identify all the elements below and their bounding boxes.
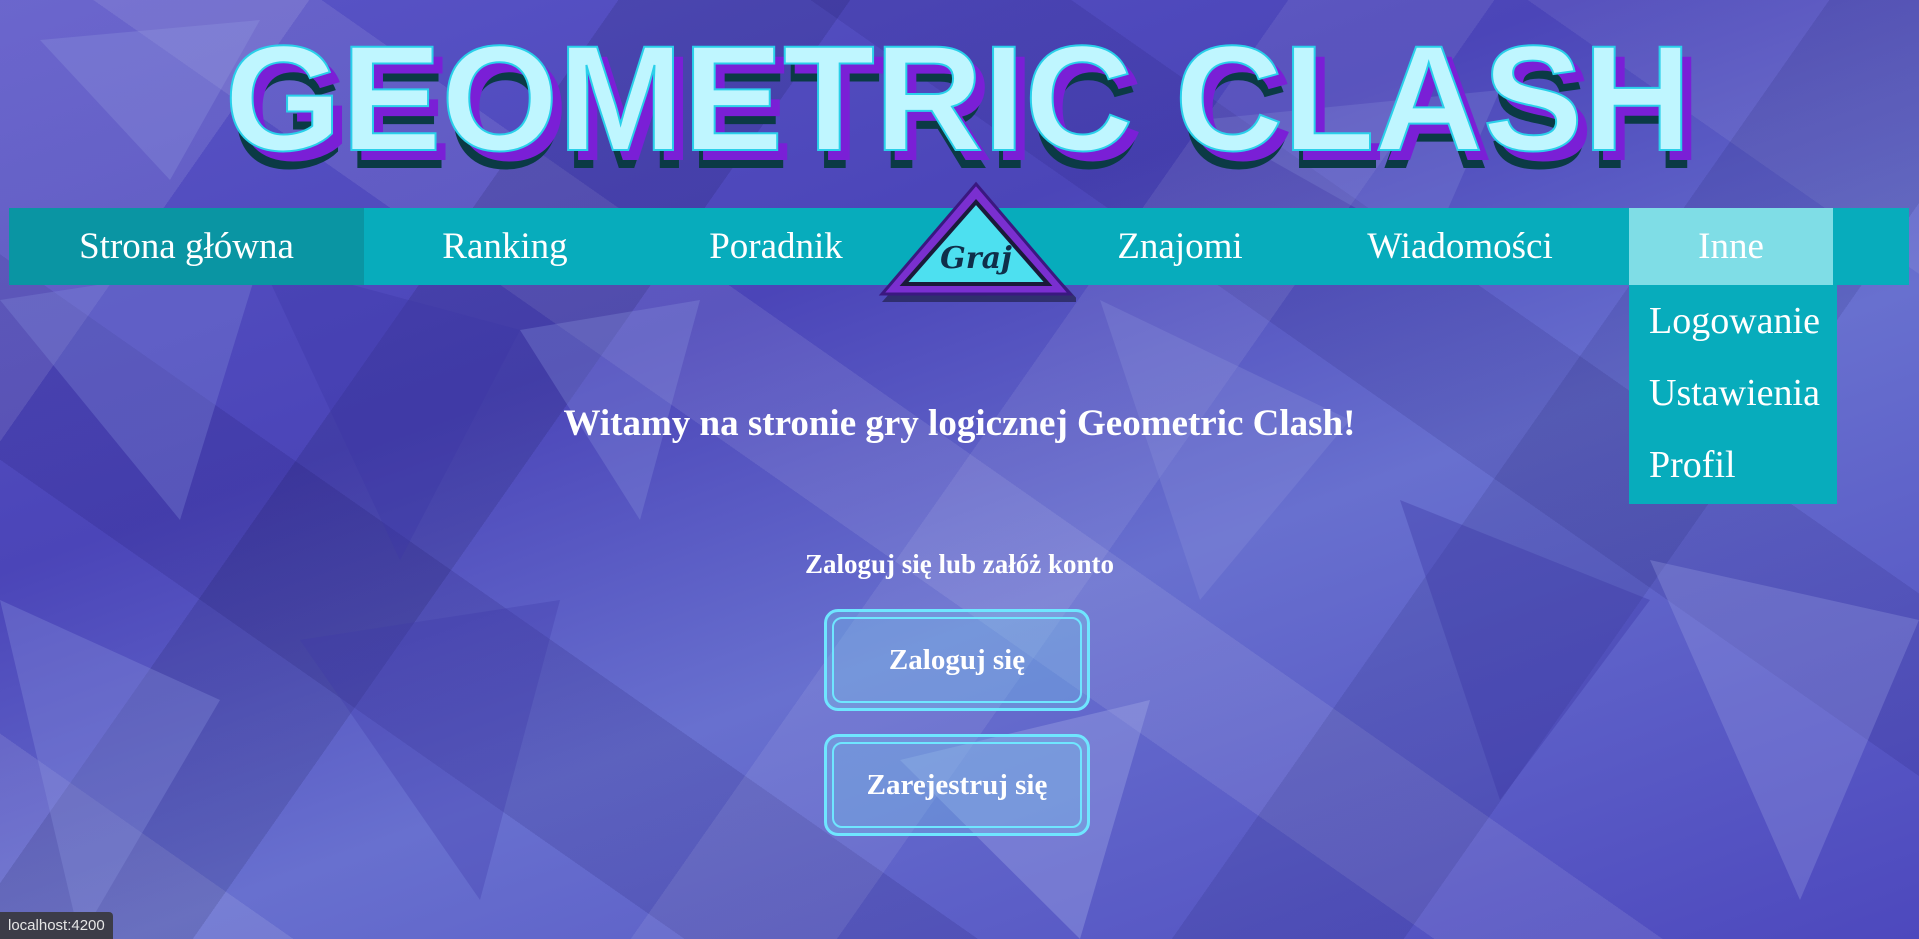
status-bar-url: localhost:4200 — [0, 912, 113, 939]
play-button[interactable]: Graj — [876, 180, 1080, 310]
register-button-label: Zarejestruj się — [866, 768, 1048, 801]
nav-item-guide-label: Poradnik — [709, 226, 843, 267]
login-button[interactable]: Zaloguj się — [824, 609, 1090, 711]
nav-item-other[interactable]: Inne — [1629, 208, 1833, 285]
logo: GEOMETRIC CLASH GEOMETRIC CLASH GEOMETRI… — [0, 10, 1919, 180]
logo-graphic: GEOMETRIC CLASH GEOMETRIC CLASH GEOMETRI… — [224, 13, 1702, 180]
play-label: Graj — [940, 241, 1012, 276]
nav-item-friends[interactable]: Znajomi — [1069, 208, 1291, 285]
logo-text: GEOMETRIC CLASH — [225, 14, 1692, 180]
nav-item-friends-label: Znajomi — [1117, 226, 1243, 267]
nav-item-home-label: Strona główna — [79, 226, 294, 267]
nav-item-ranking[interactable]: Ranking — [364, 208, 646, 285]
nav-item-ranking-label: Ranking — [442, 226, 568, 267]
nav-item-messages-label: Wiadomości — [1367, 226, 1553, 267]
nav-item-guide[interactable]: Poradnik — [646, 208, 906, 285]
login-button-label: Zaloguj się — [888, 643, 1026, 676]
register-button[interactable]: Zarejestruj się — [824, 734, 1090, 836]
nav-item-home[interactable]: Strona główna — [9, 208, 364, 285]
welcome-heading: Witamy na stronie gry logicznej Geometri… — [563, 403, 1356, 444]
play-triangle-icon: Graj — [878, 181, 1080, 302]
dropdown-item-login[interactable]: Logowanie — [1629, 285, 1837, 357]
nav-item-other-label: Inne — [1698, 226, 1764, 267]
nav-item-messages[interactable]: Wiadomości — [1291, 208, 1629, 285]
auth-prompt: Zaloguj się lub załóż konto — [804, 549, 1115, 579]
other-dropdown: Logowanie Ustawienia Profil — [1629, 285, 1837, 504]
